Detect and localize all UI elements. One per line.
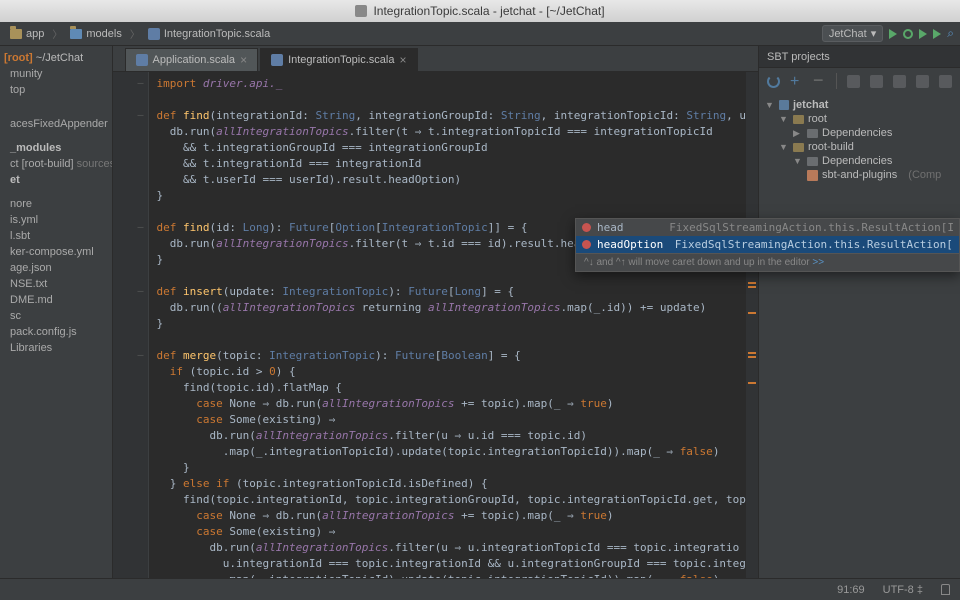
plus-icon[interactable]: + xyxy=(790,75,803,88)
project-item[interactable]: age.json xyxy=(0,260,112,276)
reload-icon[interactable] xyxy=(767,75,780,88)
editor-tabs: Application.scala × IntegrationTopic.sca… xyxy=(113,46,759,72)
sbt-node[interactable]: ▼ Dependencies xyxy=(765,154,954,168)
settings-icon[interactable] xyxy=(939,75,952,88)
navigation-bar: app 〉 models 〉 IntegrationTopic.scala Je… xyxy=(0,22,960,46)
breadcrumb-separator: 〉 xyxy=(52,26,62,41)
minus-icon[interactable]: − xyxy=(813,75,826,88)
completion-item[interactable]: head FixedSqlStreamingAction.this.Result… xyxy=(576,219,959,236)
project-item[interactable]: is.yml xyxy=(0,212,112,228)
sbt-node[interactable]: ▼ root-build xyxy=(765,140,954,154)
sbt-node[interactable]: ▼ root xyxy=(765,112,954,126)
file-encoding[interactable]: UTF-8 ‡ xyxy=(883,584,923,596)
sbt-node[interactable]: sbt-and-plugins (Comp xyxy=(765,168,954,182)
project-item[interactable]: ker-compose.yml xyxy=(0,244,112,260)
method-icon xyxy=(582,240,591,249)
sbt-tool-icon[interactable] xyxy=(870,75,883,88)
run-config-label: JetChat xyxy=(829,28,867,40)
code-editor[interactable]: — — — — — import driver.api._ def find(i… xyxy=(113,72,759,578)
error-stripe[interactable] xyxy=(746,72,758,578)
completion-hint: ^↓ and ^↑ will move caret down and up in… xyxy=(576,253,959,271)
status-bar: 91:69 UTF-8 ‡ xyxy=(0,578,960,600)
project-item[interactable]: top xyxy=(0,82,112,98)
lock-icon[interactable] xyxy=(941,584,950,595)
sbt-tool-icon[interactable] xyxy=(847,75,860,88)
project-item[interactable]: DME.md xyxy=(0,292,112,308)
method-icon xyxy=(582,223,591,232)
file-icon xyxy=(355,5,367,17)
run-profile-button[interactable] xyxy=(933,29,941,39)
project-item[interactable]: ct [root-build] sources root xyxy=(0,156,112,172)
window-titlebar: IntegrationTopic.scala - jetchat - [~/Je… xyxy=(0,0,960,22)
completion-item-selected[interactable]: headOption FixedSqlStreamingAction.this.… xyxy=(576,236,959,253)
project-item[interactable]: munity xyxy=(0,66,112,82)
close-icon[interactable]: × xyxy=(240,53,247,67)
completion-hint-link[interactable]: >> xyxy=(812,257,824,268)
code-content[interactable]: import driver.api._ def find(integration… xyxy=(149,72,747,578)
search-icon[interactable]: ⌕ xyxy=(947,26,954,41)
project-item[interactable]: Libraries xyxy=(0,340,112,356)
caret-position[interactable]: 91:69 xyxy=(837,584,865,596)
tab-label: IntegrationTopic.scala xyxy=(288,54,394,66)
breadcrumb-separator: 〉 xyxy=(130,26,140,41)
editor-gutter[interactable]: — — — — — xyxy=(113,72,149,578)
breadcrumb-app[interactable]: app xyxy=(6,26,48,42)
project-root[interactable]: [root] ~/JetChat xyxy=(0,50,112,66)
project-item[interactable]: pack.config.js xyxy=(0,324,112,340)
run-button[interactable] xyxy=(889,29,897,39)
sbt-project-root[interactable]: ▼ jetchat xyxy=(765,98,954,112)
dependencies-icon xyxy=(807,129,818,138)
project-item[interactable]: l.sbt xyxy=(0,228,112,244)
folder-icon xyxy=(10,29,22,39)
breadcrumb-file[interactable]: IntegrationTopic.scala xyxy=(144,26,274,42)
tab-integration-topic[interactable]: IntegrationTopic.scala × xyxy=(260,48,417,71)
run-coverage-button[interactable] xyxy=(919,29,927,39)
folder-icon xyxy=(793,143,804,152)
dependencies-icon xyxy=(807,157,818,166)
sbt-node[interactable]: ▶ Dependencies xyxy=(765,126,954,140)
sbt-tool-window[interactable]: SBT projects + − ▼ jetchat ▼ root ▶ Depe… xyxy=(758,46,960,578)
project-item[interactable]: _modules xyxy=(0,140,112,156)
folder-icon xyxy=(70,29,82,39)
project-item[interactable]: acesFixedAppender xyxy=(0,116,112,132)
project-item[interactable]: et xyxy=(0,172,112,188)
run-config-dropdown[interactable]: JetChat ▾ xyxy=(822,25,883,42)
scala-file-icon xyxy=(148,28,160,40)
folder-icon xyxy=(793,115,804,124)
scala-file-icon xyxy=(271,54,283,66)
debug-button[interactable] xyxy=(903,29,913,39)
sbt-tool-icon[interactable] xyxy=(916,75,929,88)
sbt-icon xyxy=(779,100,789,110)
project-item[interactable]: NSE.txt xyxy=(0,276,112,292)
window-title: IntegrationTopic.scala - jetchat - [~/Je… xyxy=(373,4,604,18)
tab-application[interactable]: Application.scala × xyxy=(125,48,259,71)
code-completion-popup[interactable]: head FixedSqlStreamingAction.this.Result… xyxy=(575,218,960,272)
chevron-down-icon: ▾ xyxy=(871,27,877,40)
sbt-toolbar: + − xyxy=(759,68,960,94)
scala-file-icon xyxy=(136,54,148,66)
breadcrumb-models[interactable]: models xyxy=(66,26,125,42)
project-tool-window[interactable]: [root] ~/JetChat munity top acesFixedApp… xyxy=(0,46,113,578)
close-icon[interactable]: × xyxy=(399,53,406,67)
project-item[interactable]: nore xyxy=(0,196,112,212)
tab-label: Application.scala xyxy=(153,54,236,66)
sbt-tool-icon[interactable] xyxy=(893,75,906,88)
library-icon xyxy=(807,170,818,181)
project-item[interactable]: sc xyxy=(0,308,112,324)
sbt-header: SBT projects xyxy=(759,46,960,68)
